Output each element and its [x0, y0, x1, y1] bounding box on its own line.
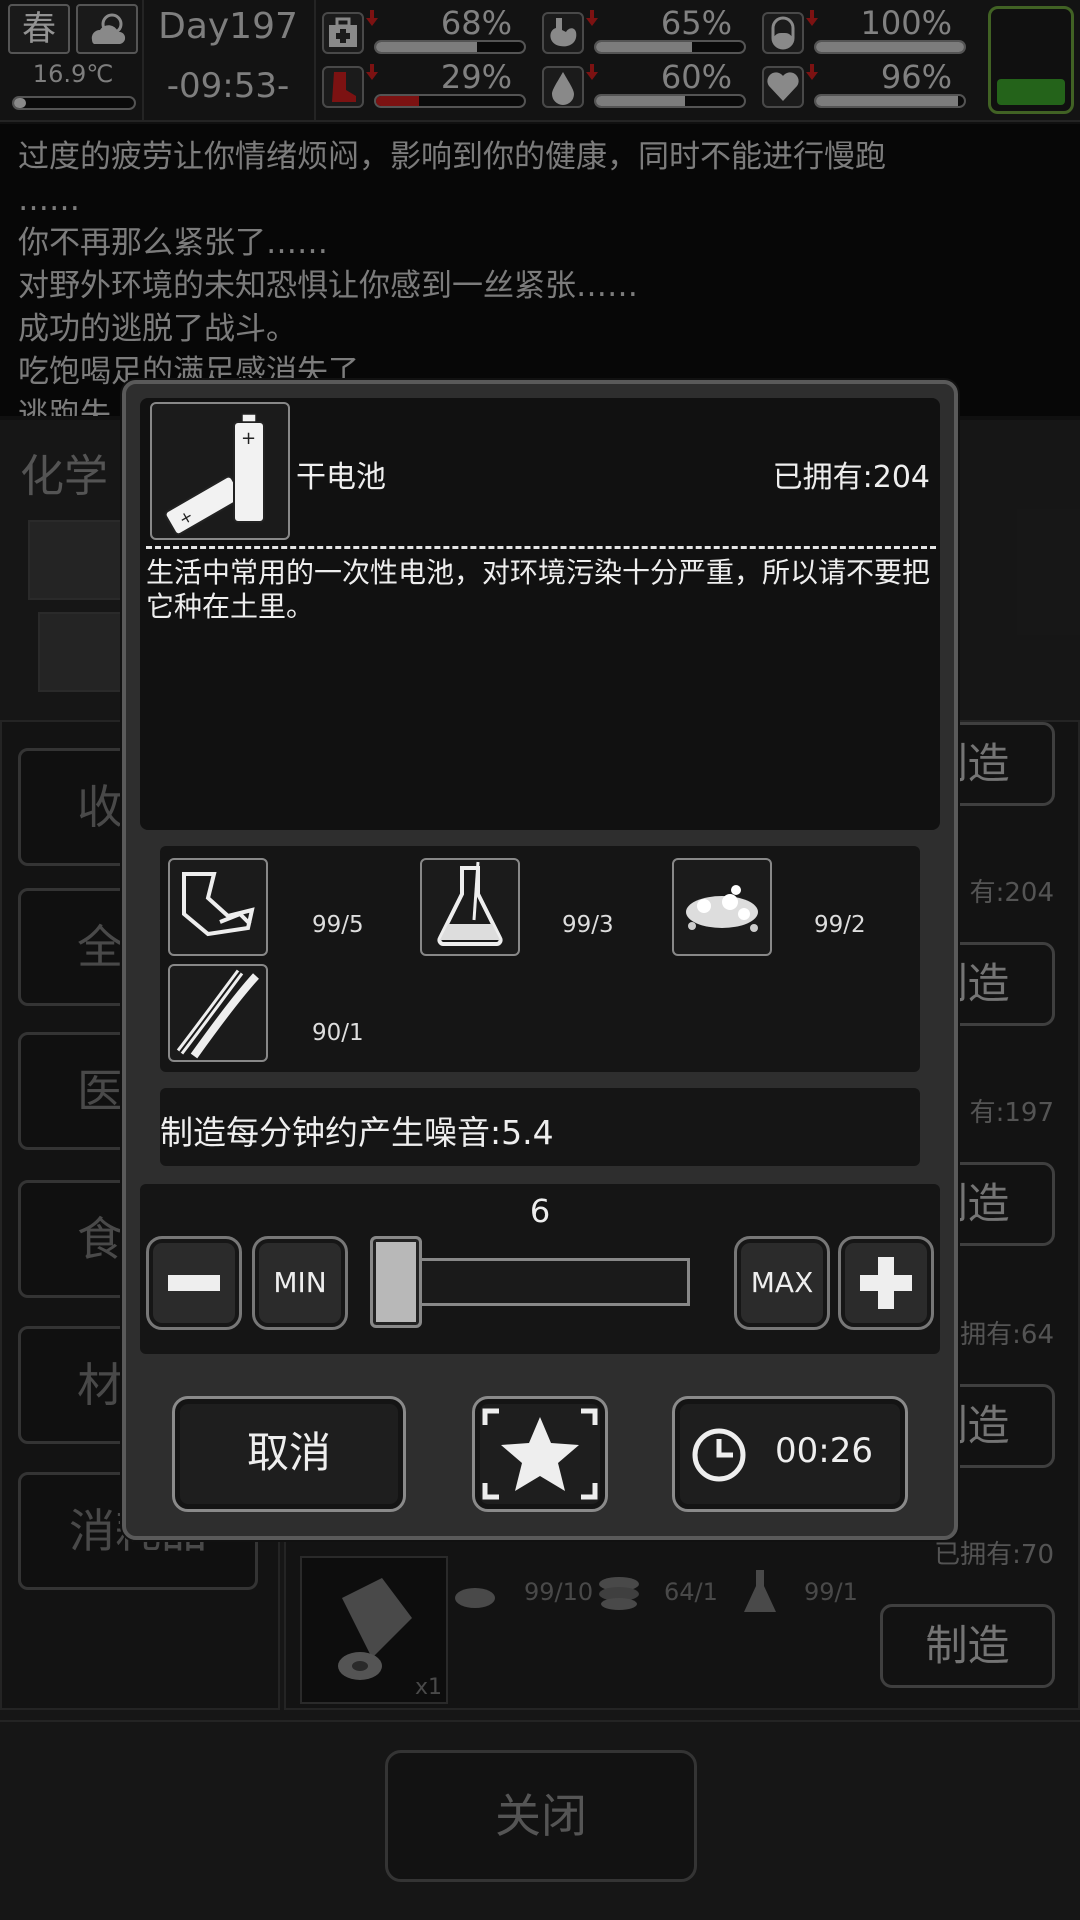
wire-icon[interactable] — [168, 964, 268, 1062]
flask-icon[interactable] — [420, 858, 520, 956]
item-owned-count: 已拥有:204 — [772, 460, 930, 495]
material-qty: 99/3 — [562, 912, 614, 938]
material-qty: 90/1 — [312, 1020, 364, 1046]
battery-item-icon: + + — [150, 402, 290, 540]
material-qty: 99/2 — [814, 912, 866, 938]
svg-text:+: + — [241, 428, 256, 449]
material-qty: 99/5 — [312, 912, 364, 938]
game-screen: 春 16.9℃ Day197 -09:53- 68% 65% 100% 29% 60% 9… — [0, 0, 1080, 1920]
max-button[interactable]: MAX — [734, 1236, 830, 1330]
materials-panel — [160, 846, 920, 1072]
min-button[interactable]: MIN — [252, 1236, 348, 1330]
scrap-metal-icon[interactable] — [168, 858, 268, 956]
noise-info: 制造每分钟约产生噪音:5.4 — [160, 1113, 554, 1152]
craft-start-button[interactable]: 00:26 — [672, 1396, 908, 1512]
quantity-value: 6 — [529, 1192, 551, 1230]
decrease-button[interactable] — [146, 1236, 242, 1330]
increase-button[interactable] — [838, 1236, 934, 1330]
craft-time: 00:26 — [775, 1431, 873, 1471]
star-icon — [482, 1408, 598, 1500]
cancel-button[interactable]: 取消 — [172, 1396, 406, 1512]
slider-thumb[interactable] — [370, 1236, 422, 1328]
item-description: 生活中常用的一次性电池，对环境污染十分严重，所以请不要把它种在土里。 — [146, 556, 931, 623]
item-name: 干电池 — [296, 460, 386, 495]
powder-pile-icon[interactable] — [672, 858, 772, 956]
divider — [146, 546, 936, 549]
favorite-button[interactable] — [472, 1396, 608, 1512]
clock-icon — [692, 1428, 746, 1482]
